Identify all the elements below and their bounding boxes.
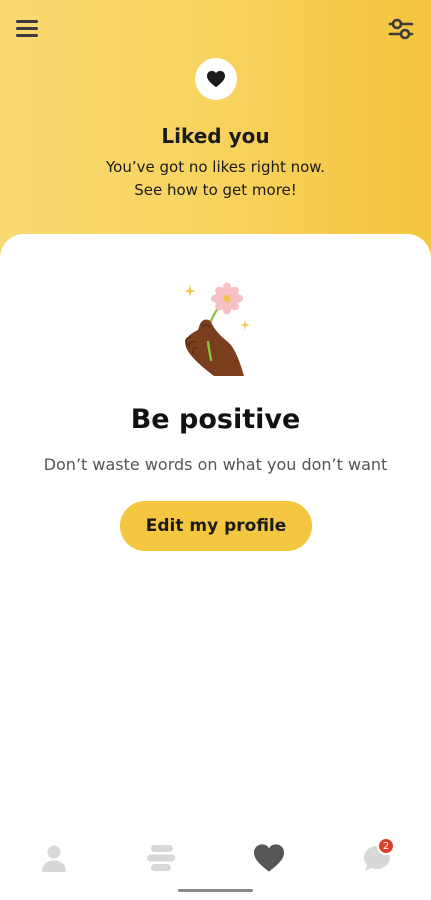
empty-state-title: Be positive [130, 404, 301, 435]
person-icon [42, 845, 66, 872]
home-indicator [178, 889, 253, 892]
filter-button[interactable] [386, 14, 416, 44]
heart-icon [254, 844, 284, 872]
tab-chats[interactable]: 2 [357, 837, 397, 878]
page-title: Liked you [161, 124, 270, 148]
liked-you-header: Liked you You’ve got no likes right now.… [0, 0, 431, 260]
empty-state-subtitle: Don’t waste words on what you don’t want [43, 455, 388, 474]
tab-discover[interactable] [141, 838, 181, 878]
liked-you-badge [195, 58, 237, 100]
edit-profile-button[interactable]: Edit my profile [120, 501, 312, 551]
header-subtitle-line2: See how to get more! [134, 181, 297, 199]
tab-liked-you[interactable] [249, 838, 289, 878]
chats-unread-badge: 2 [377, 837, 395, 855]
empty-state-card: Be positive Don’t waste words on what yo… [0, 234, 431, 900]
filter-sliders-icon [388, 18, 414, 40]
tab-profile[interactable] [34, 838, 74, 878]
header-subtitle-line1: You’ve got no likes right now. [106, 158, 325, 176]
heart-icon [207, 70, 225, 88]
menu-button[interactable] [14, 16, 40, 40]
hand-holding-flower-icon [184, 282, 250, 376]
stacked-cards-icon [147, 845, 175, 871]
